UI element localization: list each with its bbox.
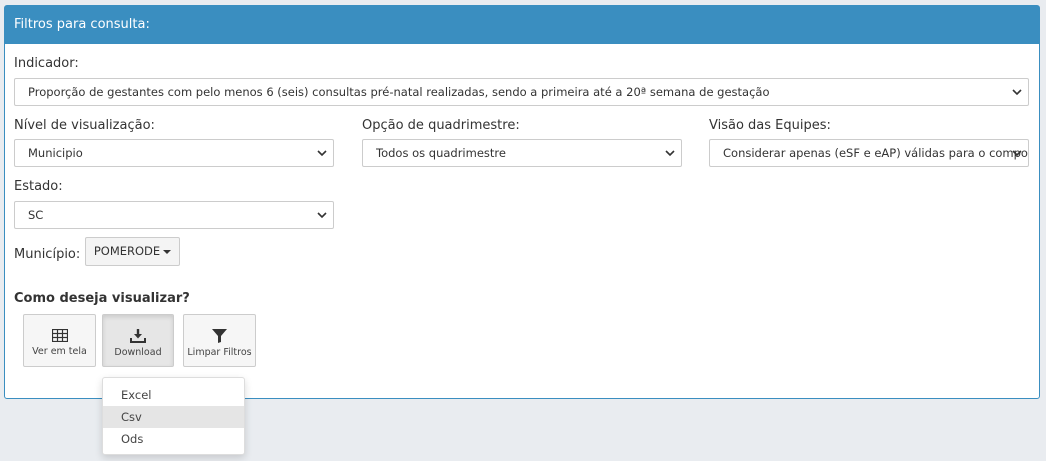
estado-label: Estado: (14, 179, 63, 194)
ver-em-tela-button[interactable]: Ver em tela (23, 314, 96, 367)
quadrimestre-value: Todos os quadrimestre (376, 146, 506, 160)
menu-item-csv[interactable]: Csv (103, 406, 244, 428)
municipio-dropdown-button[interactable]: POMERODE (85, 237, 180, 266)
chevron-down-icon (1012, 89, 1022, 96)
chevron-down-icon (317, 212, 327, 219)
limpar-filtros-label: Limpar Filtros (187, 347, 252, 358)
limpar-filtros-button[interactable]: Limpar Filtros (183, 314, 256, 367)
nivel-value: Municipio (28, 146, 83, 160)
quadrimestre-label: Opção de quadrimestre: (362, 118, 520, 133)
chevron-down-icon (317, 150, 327, 157)
equipes-select[interactable]: Considerar apenas (eSF e eAP) válidas pa… (709, 139, 1029, 167)
filter-icon (212, 329, 227, 343)
panel-title: Filtros para consulta: (5, 6, 1039, 44)
nivel-select[interactable]: Municipio (14, 139, 334, 167)
indicador-select[interactable]: Proporção de gestantes com pelo menos 6 … (14, 78, 1029, 106)
caret-down-icon (163, 249, 172, 254)
download-button[interactable]: Download (102, 314, 174, 367)
indicador-value: Proporção de gestantes com pelo menos 6 … (28, 85, 770, 99)
download-format-menu: Excel Csv Ods (102, 377, 245, 455)
chevron-down-icon (1012, 150, 1022, 157)
municipio-label: Município: (14, 247, 81, 262)
quadrimestre-select[interactable]: Todos os quadrimestre (362, 139, 682, 167)
estado-value: SC (28, 208, 44, 222)
visualizar-heading: Como deseja visualizar? (14, 291, 190, 306)
filters-panel: Filtros para consulta: Indicador: Propor… (4, 5, 1040, 399)
nivel-label: Nível de visualização: (14, 118, 155, 133)
municipio-value: POMERODE (93, 244, 161, 258)
download-icon (130, 329, 146, 343)
equipes-label: Visão das Equipes: (709, 118, 831, 133)
download-label: Download (114, 347, 162, 358)
equipes-value: Considerar apenas (eSF e eAP) válidas pa… (723, 146, 1028, 160)
indicador-label: Indicador: (14, 56, 79, 71)
estado-select[interactable]: SC (14, 201, 334, 229)
menu-item-excel[interactable]: Excel (103, 384, 244, 406)
menu-item-ods[interactable]: Ods (103, 428, 244, 450)
table-icon (51, 329, 68, 342)
ver-em-tela-label: Ver em tela (32, 346, 87, 357)
chevron-down-icon (665, 150, 675, 157)
